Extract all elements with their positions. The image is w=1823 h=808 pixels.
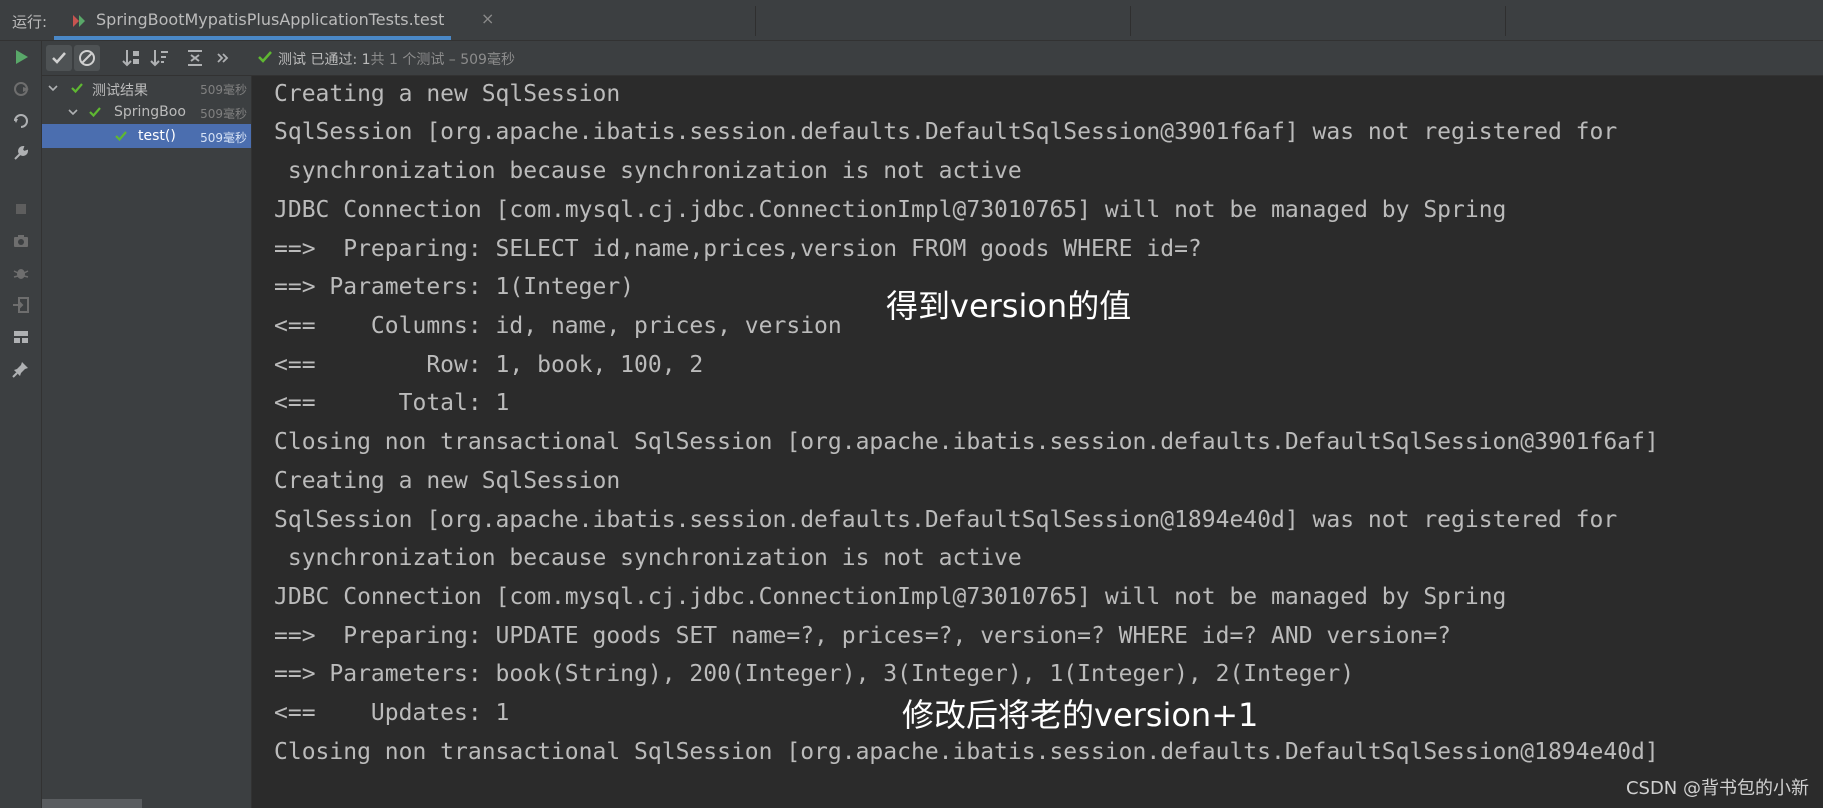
test-toolbar: 测试 已通过: 1共 1 个测试 – 509毫秒 bbox=[42, 41, 1823, 76]
toggle-auto-test-icon[interactable] bbox=[11, 111, 31, 131]
check-icon bbox=[52, 52, 66, 64]
debug-bug-icon[interactable] bbox=[11, 263, 31, 283]
run-label: 运行: bbox=[12, 13, 48, 31]
stop-icon[interactable] bbox=[11, 199, 31, 219]
console-line: JDBC Connection [com.mysql.cj.jdbc.Conne… bbox=[274, 584, 1507, 610]
console-line: <== Total: 1 bbox=[274, 390, 510, 416]
tree-item-label: 测试结果 bbox=[92, 83, 148, 99]
annotation-version-increment: 修改后将老的version+1 bbox=[902, 696, 1259, 734]
ide-run-window: 运行: SpringBootMypatisPlusApplicationTest… bbox=[0, 0, 1823, 808]
test-status-prefix: 测试 已通过: 1 bbox=[278, 52, 371, 68]
tree-item-label: SpringBoo bbox=[114, 104, 186, 120]
console-line: <== Row: 1, book, 100, 2 bbox=[274, 352, 704, 378]
run-tab-title: SpringBootMypatisPlusApplicationTests.te… bbox=[96, 10, 445, 29]
sort-duration-button[interactable] bbox=[146, 45, 172, 71]
tab-divider bbox=[1130, 6, 1131, 36]
console-line: <== Updates: 1 bbox=[274, 700, 510, 726]
annotation-get-version: 得到version的值 bbox=[886, 287, 1132, 325]
console-line: synchronization because synchronization … bbox=[274, 158, 1022, 184]
console-line: Closing non transactional SqlSession [or… bbox=[274, 429, 1659, 455]
pass-check-icon bbox=[89, 107, 101, 118]
tree-item-label: test() bbox=[138, 128, 176, 144]
layout-icon[interactable] bbox=[11, 327, 31, 347]
more-actions-button[interactable] bbox=[210, 45, 236, 71]
sort-alpha-button[interactable] bbox=[118, 45, 144, 71]
chevron-double-right-icon bbox=[217, 53, 229, 63]
import-tests-icon[interactable] bbox=[11, 295, 31, 315]
console-line: JDBC Connection [com.mysql.cj.jdbc.Conne… bbox=[274, 197, 1507, 223]
expand-all-button[interactable] bbox=[182, 45, 208, 71]
pass-check-icon bbox=[115, 131, 127, 142]
camera-icon[interactable] bbox=[11, 231, 31, 251]
run-tab[interactable]: SpringBootMypatisPlusApplicationTests.te… bbox=[54, 0, 494, 40]
pass-check-icon bbox=[71, 83, 83, 94]
show-passed-button[interactable] bbox=[46, 45, 72, 71]
wrench-icon[interactable] bbox=[11, 143, 31, 163]
tree-item-time: 509毫秒 bbox=[200, 83, 247, 97]
console-line: SqlSession [org.apache.ibatis.session.de… bbox=[274, 119, 1618, 145]
console-line: SqlSession [org.apache.ibatis.session.de… bbox=[274, 507, 1618, 533]
chevron-down-icon[interactable] bbox=[68, 107, 78, 117]
console-line: ==> Preparing: UPDATE goods SET name=?, … bbox=[274, 623, 1452, 649]
chevron-down-icon[interactable] bbox=[48, 83, 58, 93]
tab-divider bbox=[755, 6, 756, 36]
run-tab-bar: 运行: SpringBootMypatisPlusApplicationTest… bbox=[0, 0, 1823, 41]
run-tool-strip bbox=[0, 41, 42, 808]
close-icon[interactable]: × bbox=[481, 9, 494, 28]
test-status-detail: 共 1 个测试 – 509毫秒 bbox=[370, 52, 515, 68]
console-line: <== Columns: id, name, prices, version bbox=[274, 313, 842, 339]
console-output[interactable]: Creating a new SqlSession SqlSession [or… bbox=[252, 76, 1823, 808]
rerun-play-icon[interactable] bbox=[11, 47, 31, 67]
tree-item-results[interactable]: 测试结果 509毫秒 bbox=[42, 76, 251, 100]
console-line: Creating a new SqlSession bbox=[274, 81, 621, 107]
active-tab-underline bbox=[54, 36, 451, 40]
tab-divider bbox=[1505, 6, 1506, 36]
console-line: ==> Preparing: SELECT id,name,prices,ver… bbox=[274, 236, 1202, 262]
tree-horizontal-scrollbar[interactable] bbox=[42, 799, 142, 808]
tree-item-time: 509毫秒 bbox=[200, 107, 247, 121]
tree-item-time: 509毫秒 bbox=[200, 131, 247, 145]
console-line: ==> Parameters: book(String), 200(Intege… bbox=[274, 661, 1355, 687]
sort-duration-icon bbox=[150, 50, 168, 67]
test-results-tree: 测试结果 509毫秒 SpringBoo 509毫秒 test() 509毫秒 bbox=[42, 76, 252, 808]
pass-check-icon bbox=[258, 51, 272, 63]
show-ignored-button[interactable] bbox=[74, 45, 100, 71]
expand-all-icon bbox=[188, 50, 202, 66]
console-line: synchronization because synchronization … bbox=[274, 545, 1022, 571]
sort-alpha-icon bbox=[122, 50, 139, 67]
tree-item-test-method[interactable]: test() 509毫秒 bbox=[42, 124, 251, 148]
test-run-icon bbox=[73, 15, 85, 27]
cancel-circle-icon bbox=[79, 50, 95, 66]
rerun-failed-icon[interactable] bbox=[11, 79, 31, 99]
watermark: CSDN @背书包的小新 bbox=[1625, 778, 1809, 799]
console-line: Closing non transactional SqlSession [or… bbox=[274, 739, 1659, 765]
console-line: Creating a new SqlSession bbox=[274, 468, 621, 494]
tree-item-class[interactable]: SpringBoo 509毫秒 bbox=[42, 100, 251, 124]
pin-icon[interactable] bbox=[11, 359, 31, 379]
test-status: 测试 已通过: 1共 1 个测试 – 509毫秒 bbox=[278, 49, 515, 69]
console-line: ==> Parameters: 1(Integer) bbox=[274, 274, 635, 300]
